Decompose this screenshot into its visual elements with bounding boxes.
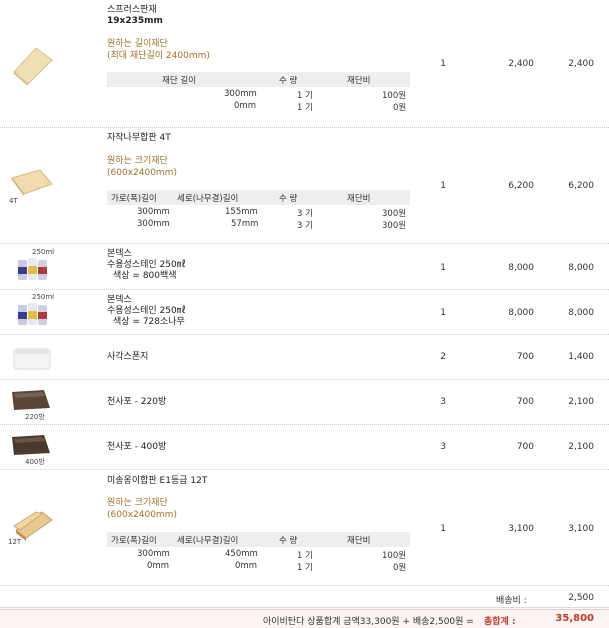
cut-options-row: 300mm 1 기 100원 xyxy=(224,89,407,101)
cut-options-row: 300mm 57mm 3 기 300원 xyxy=(137,219,407,231)
unit-price: 2,400 xyxy=(508,59,534,69)
product-thumbnail[interactable]: 12T xyxy=(6,508,56,548)
quantity: 2 xyxy=(440,352,446,362)
thumbnail-label: 220방 xyxy=(25,413,45,421)
option-title: 원하는 크기재단 xyxy=(107,498,168,508)
cut-options-table: 재단 길이 수 량 재단비 300mm 1 기 100원 0mm 1 기 0원 xyxy=(107,72,410,113)
cut-options-table: 가로(폭)길이 세로(나무결)길이 수 량 재단비 300mm 450mm 1 … xyxy=(107,532,410,573)
order-summary: 아이비탄다 상품합계 금액33,300원 + 배송2,500원 = 총합계 : … xyxy=(0,609,609,628)
cart-row: 스프러스판재 19x235mm 원하는 길이재단 (최대 재단길이 2400mm… xyxy=(0,0,609,128)
product-thumbnail[interactable]: 250ml xyxy=(6,293,56,333)
product-thumbnail[interactable]: 250ml xyxy=(6,248,56,288)
unit-price: 700 xyxy=(516,397,534,407)
cart-row: 4T 자작나무합판 4T 원하는 크기재단 (600x2400mm) 가로(폭)… xyxy=(0,128,609,244)
option-title: 원하는 길이재단 xyxy=(107,39,168,49)
product-thumbnail[interactable] xyxy=(6,38,56,88)
unit-price: 700 xyxy=(516,352,534,362)
cut-options-row: 300mm 155mm 3 기 300원 xyxy=(137,207,407,219)
shipping-row: 배송비 : 2,500 xyxy=(0,588,609,608)
product-thumbnail[interactable]: 400방 xyxy=(6,431,56,467)
line-total: 2,400 xyxy=(568,59,594,69)
quantity: 1 xyxy=(440,59,446,69)
cut-options-row: 300mm 450mm 1 기 100원 xyxy=(137,549,407,561)
quantity: 3 xyxy=(440,397,446,407)
line-total: 3,100 xyxy=(568,524,594,534)
unit-price: 8,000 xyxy=(508,263,534,273)
product-thumbnail[interactable]: 4T xyxy=(6,164,56,214)
quantity: 1 xyxy=(440,524,446,534)
product-name[interactable]: 본덱스 수용성스테인 250㎖ 색상 = 800백색 xyxy=(107,249,186,282)
product-name[interactable]: 천사포 - 220방 xyxy=(107,397,166,408)
thumbnail-label: 12T xyxy=(8,538,22,546)
shipping-value: 2,500 xyxy=(568,593,594,603)
cart-row: 사각스폰지 2 700 1,400 xyxy=(0,335,609,380)
cut-options-row: 0mm 1 기 0원 xyxy=(234,101,407,113)
line-total: 2,100 xyxy=(568,397,594,407)
summary-text: 아이비탄다 상품합계 금액33,300원 + 배송2,500원 = xyxy=(263,617,474,627)
product-name[interactable]: 천사포 - 400방 xyxy=(107,442,166,453)
quantity: 3 xyxy=(440,442,446,452)
quantity: 1 xyxy=(440,181,446,191)
cut-options-header: 재단 길이 수 량 재단비 xyxy=(107,72,410,87)
product-name[interactable]: 본덱스 수용성스테인 250㎖ 색상 = 728소나무 xyxy=(107,295,186,328)
line-total: 8,000 xyxy=(568,263,594,273)
cart-row: 400방 천사포 - 400방 3 700 2,100 xyxy=(0,425,609,470)
thumbnail-label: 4T xyxy=(9,197,18,205)
thumbnail-label: 400방 xyxy=(25,458,45,466)
line-total: 1,400 xyxy=(568,352,594,362)
option-note: (최대 재단길이 2400mm) xyxy=(107,51,210,61)
cut-options-row: 0mm 0mm 1 기 0원 xyxy=(147,561,407,573)
grand-total-value: 35,800 xyxy=(555,613,594,624)
product-name[interactable]: 미송옹이합판 E1등급 12T xyxy=(107,476,207,487)
quantity: 1 xyxy=(440,263,446,273)
cart-row: 12T 미송옹이합판 E1등급 12T 원하는 크기재단 (600x2400mm… xyxy=(0,470,609,586)
line-total: 6,200 xyxy=(568,181,594,191)
product-name[interactable]: 자작나무합판 4T xyxy=(107,133,171,144)
product-name[interactable]: 스프러스판재 19x235mm xyxy=(107,5,163,27)
product-thumbnail[interactable] xyxy=(6,341,56,375)
cart-row: 250ml 본덱스 수용성스테인 250㎖ 색상 = 728소나무 1 8,00… xyxy=(0,290,609,335)
cut-options-header: 가로(폭)길이 세로(나무결)길이 수 량 재단비 xyxy=(107,190,410,205)
quantity: 1 xyxy=(440,308,446,318)
option-note: (600x2400mm) xyxy=(107,168,177,178)
grand-total-label: 총합계 : xyxy=(484,617,516,627)
option-note: (600x2400mm) xyxy=(107,510,177,520)
thumbnail-label: 250ml xyxy=(32,248,55,256)
unit-price: 8,000 xyxy=(508,308,534,318)
option-title: 원하는 크기재단 xyxy=(107,156,168,166)
cut-options-table: 가로(폭)길이 세로(나무결)길이 수 량 재단비 300mm 155mm 3 … xyxy=(107,190,410,231)
product-thumbnail[interactable]: 220방 xyxy=(6,386,56,422)
unit-price: 3,100 xyxy=(508,524,534,534)
product-name[interactable]: 사각스폰지 xyxy=(107,352,148,363)
cart-row: 250ml 본덱스 수용성스테인 250㎖ 색상 = 800백색 1 8,000… xyxy=(0,244,609,290)
line-total: 8,000 xyxy=(568,308,594,318)
unit-price: 700 xyxy=(516,442,534,452)
thumbnail-label: 250ml xyxy=(32,293,55,301)
shipping-label: 배송비 : xyxy=(496,596,527,606)
line-total: 2,100 xyxy=(568,442,594,452)
unit-price: 6,200 xyxy=(508,181,534,191)
cut-options-header: 가로(폭)길이 세로(나무결)길이 수 량 재단비 xyxy=(107,532,410,547)
cart-row: 220방 천사포 - 220방 3 700 2,100 xyxy=(0,380,609,425)
